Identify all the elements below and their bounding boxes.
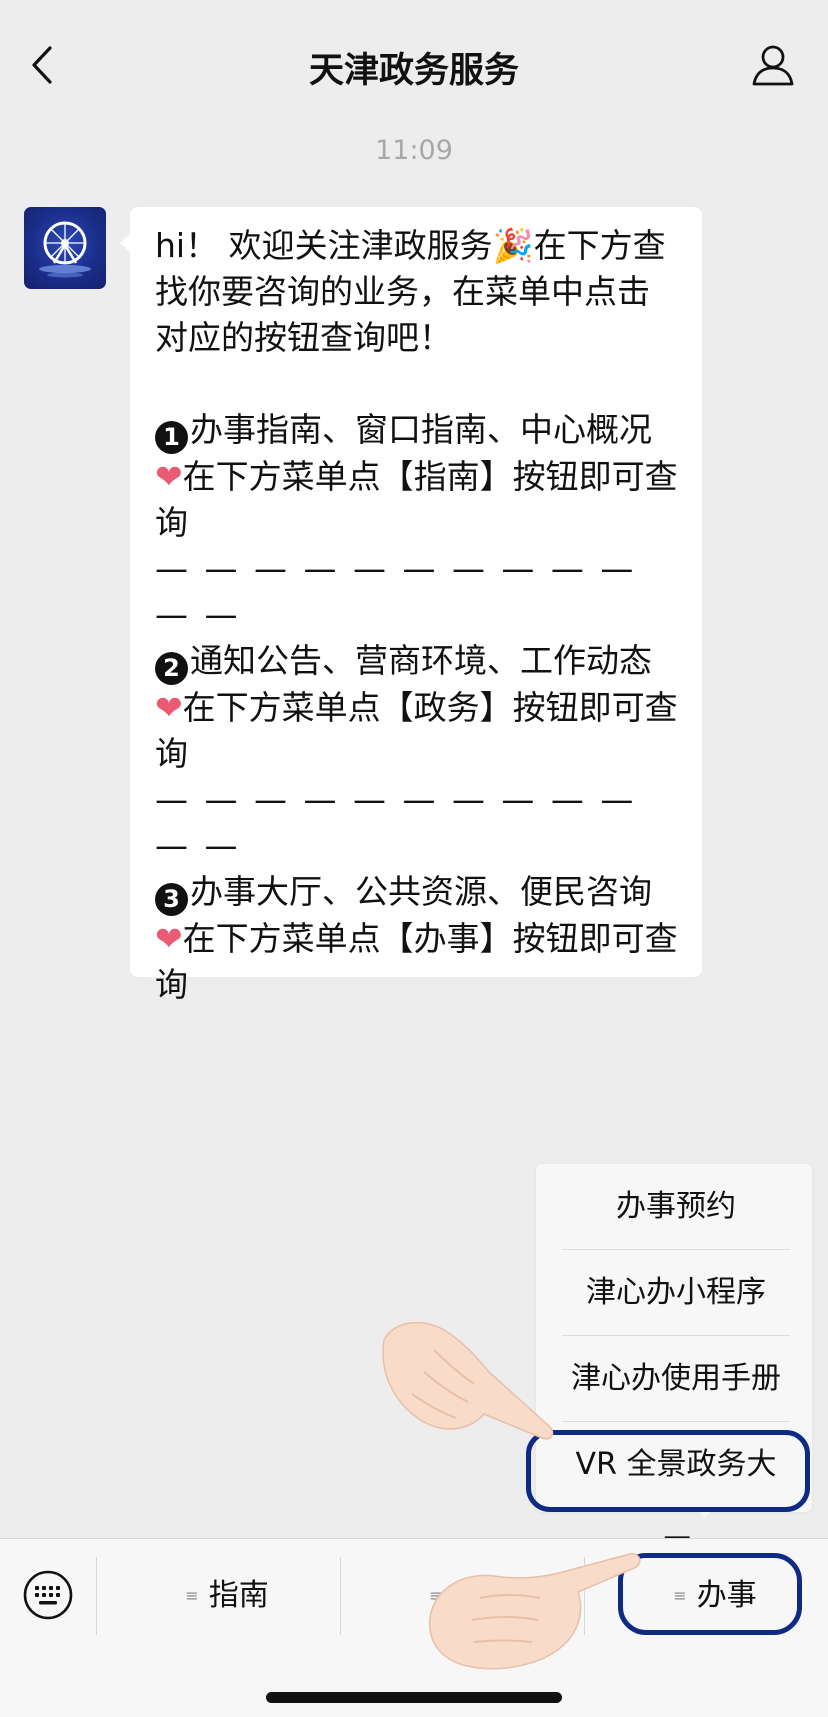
number-3-icon: 3 — [155, 883, 188, 916]
pointing-hand-icon — [429, 1553, 641, 1670]
pointing-hand-icon — [382, 1321, 554, 1440]
section-1-hint: 在下方菜单点【指南】按钮即可查询 — [155, 457, 678, 542]
message-timestamp: 11:09 — [375, 135, 453, 166]
official-account-avatar[interactable] — [24, 207, 106, 289]
section-2: 2 通知公告、营商环境、工作动态 — [155, 638, 682, 685]
menu-divider — [340, 1557, 341, 1635]
home-indicator[interactable] — [266, 1692, 562, 1703]
vr-hall-highlight-outline — [526, 1430, 810, 1512]
message-bubble[interactable]: hi！ 欢迎关注津政服务🎉在下方查找你要咨询的业务，在菜单中点击对应的按钮查询吧… — [130, 207, 702, 1004]
section-2-title: 通知公告、营商环境、工作动态 — [190, 641, 652, 680]
heart-icon: ❤ — [155, 457, 183, 496]
section-3-hint: 在下方菜单点【办事】按钮即可查询 — [155, 919, 678, 1004]
section-3-title: 办事大厅、公共资源、便民咨询 — [190, 872, 652, 911]
menu-tab-guide[interactable]: ≡ 指南 — [106, 1557, 348, 1635]
person-icon — [752, 45, 794, 86]
menu-lines-icon: ≡ — [185, 1586, 199, 1605]
heart-icon: ❤ — [155, 919, 183, 958]
welcome-text: hi！ 欢迎关注津政服务🎉在下方查找你要咨询的业务，在菜单中点击对应的按钮查询吧… — [155, 226, 666, 357]
profile-button[interactable] — [748, 40, 798, 90]
submenu-item-user-manual[interactable]: 津心办使用手册 — [562, 1336, 790, 1422]
keyboard-toggle-button[interactable] — [22, 1569, 74, 1621]
nav-bar: 天津政务服务 — [0, 0, 828, 130]
page-title: 天津政务服务 — [308, 51, 519, 91]
menu-divider — [96, 1557, 97, 1635]
number-2-icon: 2 — [155, 652, 188, 685]
section-3: 3 办事大厅、公共资源、便民咨询 — [155, 869, 682, 916]
section-1: 1 办事指南、窗口指南、中心概况 — [155, 407, 682, 454]
number-1-icon: 1 — [155, 421, 188, 454]
section-3-hint-line: ❤在下方菜单点【办事】按钮即可查询 — [155, 916, 682, 1008]
submenu-item-appointment[interactable]: 办事预约 — [562, 1164, 790, 1250]
bottom-menu-bar: ≡指南 ≡学习 ≡办事 — [0, 1538, 828, 1717]
section-2-hint-line: ❤在下方菜单点【政务】按钮即可查询 — [155, 685, 682, 777]
section-1-hint-line: ❤在下方菜单点【指南】按钮即可查询 — [155, 454, 682, 546]
keyboard-icon — [23, 1570, 73, 1620]
section-2-hint: 在下方菜单点【政务】按钮即可查询 — [155, 688, 678, 773]
section-divider: — — — — — — — — — — — — — [155, 780, 650, 865]
submenu-item-mini-program[interactable]: 津心办小程序 — [562, 1250, 790, 1336]
section-1-title: 办事指南、窗口指南、中心概况 — [190, 410, 652, 449]
tianjin-eye-logo-icon — [39, 221, 91, 278]
menu-tab-label: 指南 — [208, 1578, 269, 1613]
section-divider: — — — — — — — — — — — — — [155, 549, 650, 634]
heart-icon: ❤ — [155, 688, 183, 727]
